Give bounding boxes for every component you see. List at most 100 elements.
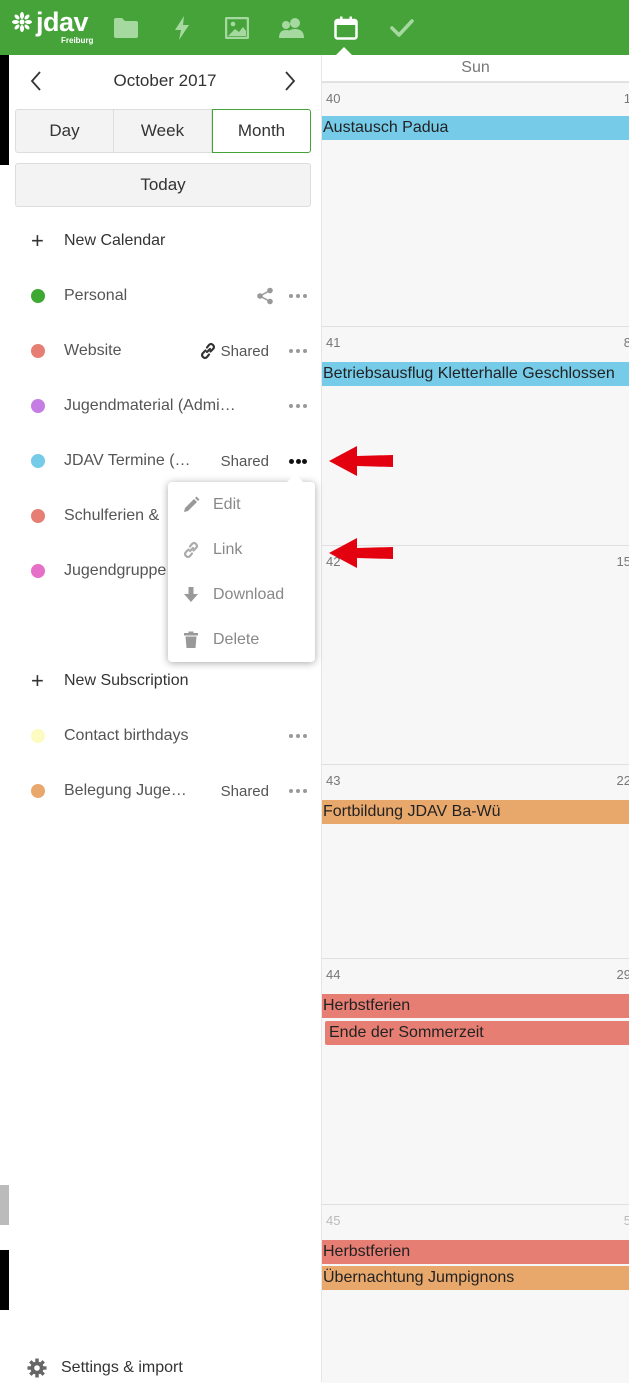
calendar-name: Jugendmaterial (Admi… [64, 397, 236, 414]
event-herbstferien[interactable]: Herbstferien [322, 1240, 629, 1264]
calendar-item-jugendmaterial[interactable]: Jugendmaterial (Admi… [9, 386, 321, 426]
logo-text: jdav [36, 7, 89, 37]
files-app-button[interactable] [112, 14, 140, 42]
event-uebernachtung[interactable]: Übernachtung Jumpignons [322, 1266, 629, 1290]
more-options-icon[interactable] [289, 349, 307, 353]
new-calendar-button[interactable]: + New Calendar [9, 221, 321, 261]
settings-import-button[interactable]: Settings & import [9, 1348, 321, 1388]
calendar-name: JDAV Termine (… [64, 452, 191, 469]
tasks-app-button[interactable] [388, 14, 416, 42]
month-navigation: October 2017 [9, 55, 321, 107]
pencil-icon [182, 496, 200, 514]
week-row-42[interactable]: 42 15 [322, 545, 629, 765]
month-calendar-view: Sun 40 1 Austausch Padua 41 8 Betriebsau… [322, 55, 629, 1383]
calendar-name: Personal [64, 287, 128, 304]
week-row-43[interactable]: 43 22 Fortbildung JDAV Ba-Wü [322, 764, 629, 959]
trash-icon [182, 631, 200, 649]
new-subscription-button[interactable]: + New Subscription [9, 661, 321, 701]
week-number: 45 [326, 1213, 341, 1228]
calendar-actions-menu: Edit Link Download Delete [168, 474, 315, 662]
shared-status[interactable]: Shared [199, 342, 269, 360]
day-view-button[interactable]: Day [15, 109, 114, 153]
menu-item-link[interactable]: Link [168, 527, 315, 572]
event-austausch-padua[interactable]: Austausch Padua [322, 116, 629, 140]
calendar-name: Schulferien & [64, 507, 160, 524]
month-view-button[interactable]: Month [212, 109, 311, 153]
menu-item-label: Delete [213, 630, 260, 648]
chevron-right-icon[interactable] [277, 69, 301, 93]
menu-item-label: Edit [213, 495, 241, 513]
calendar-color-dot [31, 454, 45, 468]
menu-item-label: Link [213, 540, 243, 558]
calendar-icon [334, 16, 358, 40]
calendar-color-dot [31, 729, 45, 743]
calendar-name: Jugendgruppe [64, 562, 167, 579]
day-number: 5 [623, 1213, 629, 1228]
event-herbstferien[interactable]: Herbstferien [322, 994, 629, 1018]
day-column-header: Sun [322, 55, 629, 82]
calendar-name: Contact birthdays [64, 727, 189, 744]
view-switcher: Day Week Month [15, 109, 311, 153]
subscription-item-contact-birthdays[interactable]: Contact birthdays [9, 716, 321, 756]
calendar-color-dot [31, 509, 45, 523]
activity-app-button[interactable] [168, 14, 196, 42]
gallery-icon [225, 17, 249, 39]
calendar-color-dot [31, 289, 45, 303]
activity-icon [175, 16, 189, 40]
link-icon [200, 342, 215, 360]
menu-item-label: Download [213, 585, 285, 603]
calendar-item-website[interactable]: Website Shared [9, 331, 321, 371]
calendar-app-button[interactable] [332, 14, 360, 42]
more-options-icon[interactable] [289, 404, 307, 408]
share-icon[interactable] [256, 287, 274, 305]
week-row-45[interactable]: 45 5 Herbstferien Übernachtung Jumpignon… [322, 1204, 629, 1383]
gallery-app-button[interactable] [223, 14, 251, 42]
day-number: 22 [616, 773, 629, 788]
active-app-indicator [336, 47, 352, 55]
day-number: 15 [616, 554, 629, 569]
edelweiss-icon [12, 12, 32, 32]
week-row-40[interactable]: 40 1 Austausch Padua [322, 82, 629, 327]
menu-item-download[interactable]: Download [168, 572, 315, 617]
event-betriebsausflug[interactable]: Betriebsausflug Kletterhalle Geschlossen [322, 362, 629, 386]
calendar-item-personal[interactable]: Personal [9, 276, 321, 316]
menu-item-delete[interactable]: Delete [168, 617, 315, 662]
plus-icon: + [31, 668, 44, 693]
logo-subtitle: Freiburg [61, 36, 94, 45]
event-ende-sommerzeit[interactable]: Ende der Sommerzeit [325, 1021, 629, 1045]
app-header: jdav Freiburg [0, 0, 629, 55]
calendar-item-jdav-termine[interactable]: JDAV Termine (… Shared [9, 441, 321, 481]
calendar-color-dot [31, 399, 45, 413]
more-options-icon[interactable] [289, 458, 307, 464]
calendar-name: Belegung Juge… [64, 782, 187, 799]
week-number: 40 [326, 91, 341, 106]
more-options-icon[interactable] [289, 789, 307, 793]
shared-status[interactable]: Shared [221, 453, 269, 470]
shared-label: Shared [220, 342, 269, 360]
current-month-label: October 2017 [113, 71, 217, 90]
calendar-color-dot [31, 344, 45, 358]
new-subscription-label: New Subscription [64, 672, 189, 689]
subscription-item-belegung[interactable]: Belegung Juge… Shared [9, 771, 321, 811]
menu-item-edit[interactable]: Edit [168, 482, 315, 527]
download-icon [182, 586, 200, 604]
week-number: 43 [326, 773, 341, 788]
folder-icon [114, 18, 138, 38]
week-row-44[interactable]: 44 29 Herbstferien Ende der Sommerzeit [322, 958, 629, 1205]
more-options-icon[interactable] [289, 734, 307, 738]
day-number: 29 [616, 967, 629, 982]
contacts-app-button[interactable] [278, 14, 306, 42]
day-number: 8 [623, 335, 629, 350]
shared-status[interactable]: Shared [221, 783, 269, 800]
gear-icon [27, 1358, 47, 1378]
red-arrow-annotation [329, 538, 393, 568]
link-icon [182, 541, 200, 559]
week-view-button[interactable]: Week [114, 109, 212, 153]
calendar-sidebar: October 2017 Day Week Month Today + New … [9, 55, 322, 1382]
week-number: 41 [326, 335, 341, 350]
week-row-41[interactable]: 41 8 Betriebsausflug Kletterhalle Geschl… [322, 326, 629, 546]
today-button[interactable]: Today [15, 163, 311, 207]
settings-label: Settings & import [61, 1359, 183, 1376]
more-options-icon[interactable] [289, 294, 307, 298]
event-fortbildung[interactable]: Fortbildung JDAV Ba-Wü [322, 800, 629, 824]
